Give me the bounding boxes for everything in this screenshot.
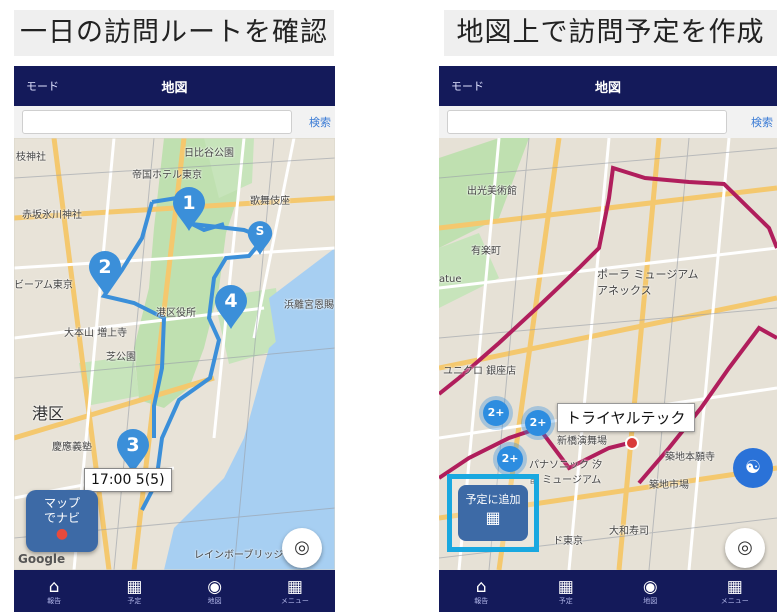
map-label: ド東京 xyxy=(553,536,583,547)
tab-schedule[interactable]: ▦ 予定 xyxy=(536,577,596,606)
map-label: ポーラ ミュージアム アネックス xyxy=(597,268,699,297)
globe-icon: ◉ xyxy=(642,576,658,597)
map-navi-button[interactable]: マップ でナビ ● xyxy=(26,490,98,552)
target-icon: ◎ xyxy=(737,537,753,558)
route-pin-2[interactable]: 2 xyxy=(88,250,122,296)
map-label: atue xyxy=(439,274,462,285)
grid-icon: ▦ xyxy=(286,576,303,597)
tab-map[interactable]: ◉ 地図 xyxy=(185,577,245,606)
marker-cluster[interactable]: 2+ xyxy=(525,410,551,436)
my-location-button[interactable]: ◎ xyxy=(725,528,765,568)
map-label: 出光美術館 xyxy=(467,186,517,197)
nav-bar: モード 地図 xyxy=(14,66,335,106)
globe-icon: ◉ xyxy=(207,576,223,597)
calendar-icon: ▦ xyxy=(126,576,143,597)
tab-report[interactable]: ⌂ 報告 xyxy=(24,577,84,606)
map-label: パナソニック 汐留 ミュージアム xyxy=(529,460,603,486)
phone-screen-route: モード 地図 検索 枝神社 日比谷公園 帝国ホテル東京 赤坂氷川神社 歌舞伎座 … xyxy=(14,66,335,612)
search-input[interactable] xyxy=(447,110,727,134)
bottom-tab-bar: ⌂ 報告 ▦ 予定 ◉ 地図 ▦ メニュー xyxy=(14,570,335,612)
bottom-tab-bar: ⌂ 報告 ▦ 予定 ◉ 地図 ▦ メニュー xyxy=(439,570,777,612)
caption-right: 地図上で訪問予定を作成 xyxy=(444,10,777,56)
grid-icon: ▦ xyxy=(726,576,743,597)
visit-time-tooltip: 17:00 5(5) xyxy=(84,468,172,492)
tab-schedule[interactable]: ▦ 予定 xyxy=(104,577,164,606)
target-icon: ◎ xyxy=(294,537,310,558)
map-label: 大和寿司 xyxy=(609,526,649,537)
route-pin-4[interactable]: 4 xyxy=(214,284,248,330)
nav-bar: モード 地図 xyxy=(439,66,777,106)
tab-menu[interactable]: ▦ メニュー xyxy=(705,577,765,606)
my-location-button[interactable]: ◎ xyxy=(282,528,322,568)
map-label: 大本山 増上寺 xyxy=(64,328,128,339)
tab-menu[interactable]: ▦ メニュー xyxy=(265,577,325,606)
map-label: 新橋演舞場 xyxy=(557,436,607,447)
route-pin-1[interactable]: 1 xyxy=(172,186,206,232)
search-bar: 検索 xyxy=(439,106,777,138)
map-view[interactable]: 出光美術館 有楽町 atue ポーラ ミュージアム アネックス ユニクロ 銀座店… xyxy=(439,138,777,570)
add-to-schedule-button[interactable]: 予定に追加 ▦ xyxy=(458,485,528,541)
map-label: 日比谷公園 xyxy=(184,148,234,159)
map-pin-icon: ● xyxy=(55,526,69,542)
search-button[interactable]: 検索 xyxy=(751,114,773,130)
marker-cluster[interactable]: 2+ xyxy=(483,400,509,426)
phone-screen-create: モード 地図 検索 出光美術館 有楽町 atue ポーラ ミュージアム アネック… xyxy=(439,66,777,612)
calendar-icon: ▦ xyxy=(485,508,501,527)
map-label: 築地本願寺 xyxy=(665,452,715,463)
marker-cluster[interactable]: 2+ xyxy=(497,446,523,472)
map-label: 港区役所 xyxy=(156,308,196,319)
map-label: レインボーブリッジ xyxy=(194,550,284,561)
map-label: 枝神社 xyxy=(16,152,46,163)
map-label-district: 港区 xyxy=(32,404,65,423)
selected-place-marker[interactable] xyxy=(625,436,639,450)
google-logo: Google xyxy=(18,552,66,566)
search-input[interactable] xyxy=(22,110,292,134)
caption-left: 一日の訪問ルートを確認 xyxy=(14,10,334,56)
tab-map[interactable]: ◉ 地図 xyxy=(620,577,680,606)
calendar-icon: ▦ xyxy=(557,576,574,597)
map-label: ビーアム東京 xyxy=(14,280,73,291)
search-bar: 検索 xyxy=(14,106,335,138)
search-button[interactable]: 検索 xyxy=(309,114,331,130)
tab-report[interactable]: ⌂ 報告 xyxy=(451,577,511,606)
add-schedule-highlight: 予定に追加 ▦ xyxy=(447,474,539,552)
map-label: 築地市場 xyxy=(649,480,689,491)
walker-icon: ☯ xyxy=(744,457,762,478)
walk-route-button[interactable]: ☯ xyxy=(733,448,773,488)
map-label: 有楽町 xyxy=(471,246,501,257)
map-label: 慶應義塾 xyxy=(52,442,92,453)
home-icon: ⌂ xyxy=(475,576,487,597)
place-name-tooltip: トライヤルテック xyxy=(557,403,695,432)
route-pin-start[interactable]: S xyxy=(247,220,273,256)
map-label: 赤坂氷川神社 xyxy=(22,210,82,221)
page-title: 地図 xyxy=(161,81,188,96)
map-label: 歌舞伎座 xyxy=(250,196,290,207)
map-view[interactable]: 枝神社 日比谷公園 帝国ホテル東京 赤坂氷川神社 歌舞伎座 ビーアム東京 港区役… xyxy=(14,138,335,570)
page-title: 地図 xyxy=(594,81,621,96)
map-label: 芝公園 xyxy=(106,352,136,363)
map-label: ユニクロ 銀座店 xyxy=(443,366,517,377)
map-label: 帝国ホテル東京 xyxy=(132,170,202,181)
map-label: 浜離宮恩賜 xyxy=(284,300,334,311)
home-icon: ⌂ xyxy=(48,576,60,597)
